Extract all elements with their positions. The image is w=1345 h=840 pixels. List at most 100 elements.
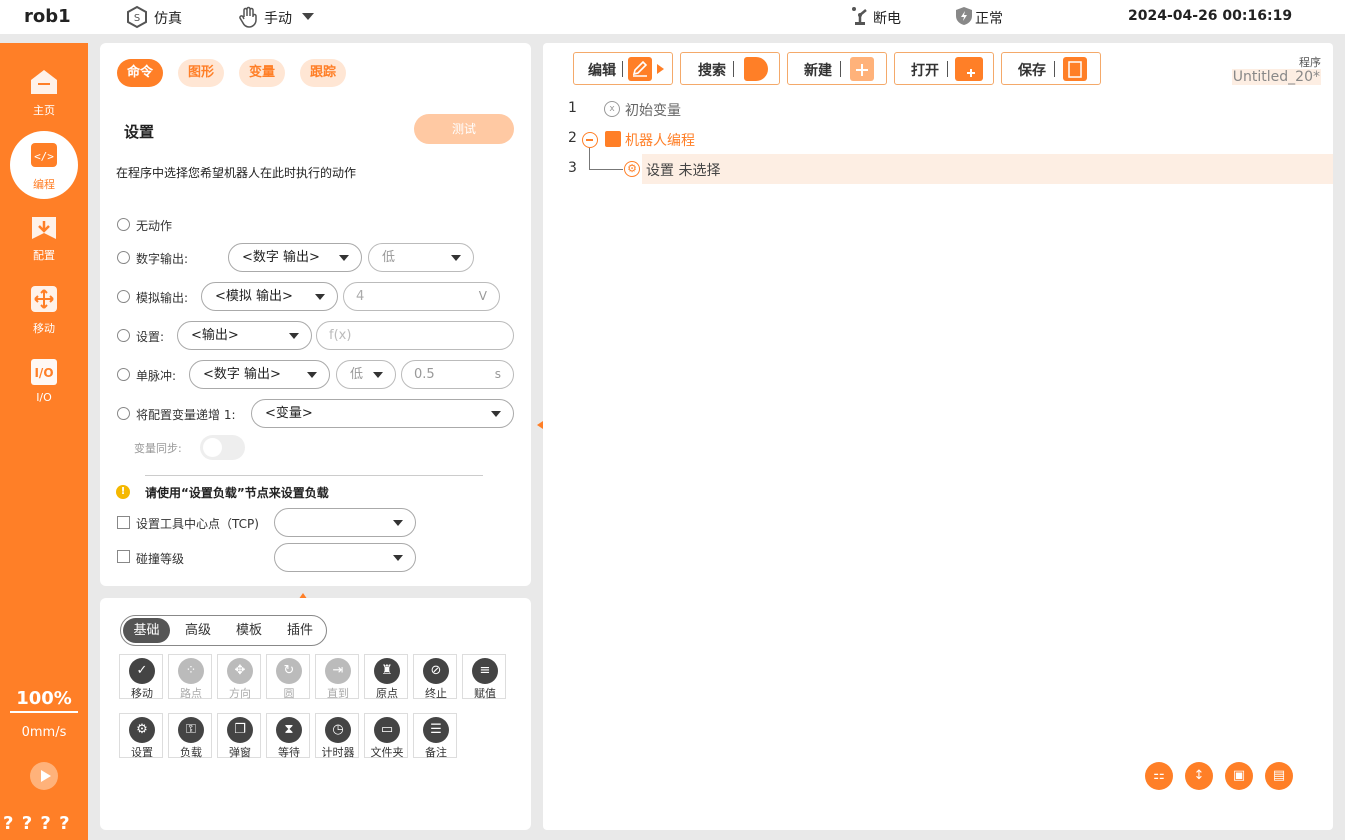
- tab-command[interactable]: 命令: [117, 59, 163, 87]
- tool-hourglass[interactable]: ⧗ 等待: [266, 713, 310, 759]
- tree-node-init-variables[interactable]: 初始变量: [625, 100, 681, 120]
- circle-icon: ↻: [276, 658, 302, 684]
- tab-variables[interactable]: 变量: [239, 59, 285, 87]
- separator: [1054, 61, 1055, 77]
- collision-label: 碰撞等级: [136, 552, 185, 566]
- search-button[interactable]: 搜索: [680, 52, 780, 85]
- sidebar-item-program[interactable]: </> 编程: [0, 131, 88, 199]
- tool-label: 原点: [376, 687, 398, 700]
- expand-icon: ↕: [1193, 768, 1205, 783]
- palette-tab-template[interactable]: 模板: [225, 618, 273, 643]
- radio-increment-variable[interactable]: [117, 407, 130, 420]
- sim-icon[interactable]: S: [125, 5, 149, 29]
- chevron-down-icon: [393, 555, 403, 561]
- digital-level-select[interactable]: 低: [368, 243, 474, 272]
- datetime: 2024-04-26 00:16:19: [1128, 8, 1293, 24]
- palette-tab-advanced[interactable]: 高级: [174, 618, 222, 643]
- palette-tab-basic[interactable]: 基础: [123, 618, 170, 643]
- tool-folder[interactable]: ▭ 文件夹: [364, 713, 408, 759]
- tree-icon: ⚏: [1153, 768, 1165, 783]
- tab-trace[interactable]: 跟踪: [300, 59, 346, 87]
- manual-mode-label[interactable]: 手动: [264, 8, 292, 28]
- selected-row[interactable]: [642, 154, 1333, 184]
- speed-slider-line[interactable]: [10, 711, 78, 713]
- tree-connector: [589, 148, 590, 170]
- sidebar-item-label: 移动: [33, 322, 55, 335]
- program-name[interactable]: Untitled_20*: [1231, 69, 1321, 85]
- edit-button[interactable]: 编辑: [573, 52, 673, 85]
- variable-select[interactable]: <变量>: [251, 399, 514, 428]
- play-button[interactable]: [30, 762, 58, 790]
- tool-label: 方向: [229, 687, 251, 700]
- tree-node-set[interactable]: 设置 未选择: [646, 160, 720, 180]
- analog-output-select[interactable]: <模拟 输出>: [201, 282, 338, 311]
- tcp-checkbox[interactable]: [117, 516, 130, 529]
- open-button[interactable]: 打开: [894, 52, 994, 85]
- tool-gear[interactable]: ⚙ 设置: [119, 713, 163, 759]
- chevron-down-icon: [315, 294, 325, 300]
- tool-timer[interactable]: ◷ 计时器: [315, 713, 359, 759]
- sim-mode-label[interactable]: 仿真: [154, 8, 182, 28]
- set-label: 设置:: [136, 330, 165, 344]
- tool-waypoint: ⁘ 路点: [168, 654, 212, 700]
- sidebar-item-config[interactable]: 配置: [0, 211, 88, 273]
- tool-move-node[interactable]: ✓ 移动: [119, 654, 163, 700]
- svg-text:I/O: I/O: [34, 366, 53, 380]
- chevron-down-icon[interactable]: [302, 13, 314, 20]
- save-button[interactable]: 保存: [1001, 52, 1101, 85]
- set-expression-input[interactable]: f(x): [316, 321, 514, 350]
- radio-single-pulse[interactable]: [117, 368, 130, 381]
- palette-tab-plugin[interactable]: 插件: [276, 618, 324, 643]
- gear-icon: ⚙: [624, 161, 640, 177]
- tool-popup[interactable]: ❐ 弹窗: [217, 713, 261, 759]
- sidebar-item-move[interactable]: 移动: [0, 284, 88, 346]
- tool-assign[interactable]: ≡ 赋值: [462, 654, 506, 700]
- line-number: 3: [568, 160, 577, 176]
- info-text: 请使用“设置负载”节点来设置负载: [145, 486, 329, 500]
- radio-digital-output[interactable]: [117, 251, 130, 264]
- new-button[interactable]: 新建: [787, 52, 887, 85]
- code-icon: [605, 131, 621, 147]
- sidebar-item-label: 配置: [33, 249, 55, 262]
- tcp-select[interactable]: [274, 508, 416, 537]
- collision-select[interactable]: [274, 543, 416, 572]
- safety-status: 正常: [975, 11, 1003, 27]
- single-pulse-label: 单脉冲:: [136, 369, 177, 383]
- button-label: 保存: [1018, 63, 1046, 79]
- select-value: <输出>: [191, 328, 239, 343]
- speed-percent[interactable]: 100%: [0, 688, 88, 709]
- tool-comment[interactable]: ☰ 备注: [413, 713, 457, 759]
- tool-stop[interactable]: ⊘ 终止: [413, 654, 457, 700]
- tool-label: 移动: [131, 687, 153, 700]
- test-button[interactable]: 测试: [414, 114, 514, 144]
- pulse-level-select[interactable]: 低: [336, 360, 396, 389]
- hand-icon[interactable]: [237, 5, 261, 29]
- move-node-icon: ✓: [129, 658, 155, 684]
- button-label: 编辑: [588, 63, 616, 79]
- tree-node-robot-program[interactable]: 机器人编程: [625, 130, 695, 150]
- analog-value-input[interactable]: 4V: [343, 282, 500, 311]
- console-button[interactable]: ▤: [1265, 762, 1293, 790]
- radio-analog-output[interactable]: [117, 290, 130, 303]
- tree-view-button[interactable]: ⚏: [1145, 762, 1173, 790]
- tool-payload[interactable]: ⚿ 负载: [168, 713, 212, 759]
- tool-label: 负载: [180, 746, 202, 759]
- collapse-minus-icon[interactable]: [582, 132, 598, 148]
- pulse-time-input[interactable]: 0.5 s: [401, 360, 514, 389]
- tool-origin[interactable]: ♜ 原点: [364, 654, 408, 700]
- set-output-select[interactable]: <输出>: [177, 321, 312, 350]
- sidebar-item-home[interactable]: 主页: [0, 65, 88, 127]
- radio-no-action[interactable]: [117, 218, 130, 231]
- sidebar-item-io[interactable]: I/O I/O: [0, 357, 88, 419]
- sidebar-item-label: I/O: [36, 391, 52, 404]
- pulse-output-select[interactable]: <数字 输出>: [189, 360, 330, 389]
- var-sync-toggle[interactable]: [200, 435, 245, 460]
- description: 在程序中选择您希望机器人在此时执行的动作: [116, 166, 357, 180]
- collision-checkbox[interactable]: [117, 550, 130, 563]
- fit-button[interactable]: ▣: [1225, 762, 1253, 790]
- radio-set[interactable]: [117, 329, 130, 342]
- digital-output-select[interactable]: <数字 输出>: [228, 243, 362, 272]
- expand-button[interactable]: ↕: [1185, 762, 1213, 790]
- tab-graphics[interactable]: 图形: [178, 59, 224, 87]
- chevron-down-icon: [373, 372, 383, 378]
